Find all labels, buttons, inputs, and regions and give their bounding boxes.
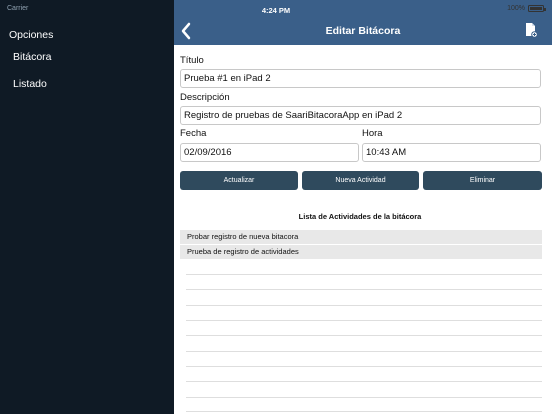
descripcion-label: Descripción xyxy=(180,92,230,103)
battery-icon xyxy=(528,5,546,12)
fecha-field[interactable] xyxy=(180,143,359,162)
descripcion-field[interactable] xyxy=(180,106,541,125)
list-divider xyxy=(186,351,542,352)
main-panel: Editar Bitácora Título Descripción Fecha… xyxy=(174,0,552,414)
list-divider xyxy=(186,366,542,367)
sidebar: Opciones Bitácora Listado xyxy=(0,0,174,414)
hora-field[interactable] xyxy=(362,143,541,162)
status-bar: Carrier 4:24 PM 100% xyxy=(0,0,552,18)
battery-status: 100% xyxy=(507,5,546,12)
list-divider xyxy=(186,335,542,336)
eliminar-button[interactable]: Eliminar xyxy=(423,171,542,190)
fecha-label: Fecha xyxy=(180,128,207,139)
list-divider xyxy=(186,274,542,275)
hora-label: Hora xyxy=(362,128,383,139)
list-divider xyxy=(186,289,542,290)
document-icon xyxy=(526,23,538,38)
sidebar-title: Opciones xyxy=(9,29,54,41)
activity-row[interactable]: Prueba de registro de actividades xyxy=(180,245,542,259)
sidebar-item-bitacora[interactable]: Bitácora xyxy=(13,51,52,63)
status-time: 4:24 PM xyxy=(261,6,291,15)
activities-title: Lista de Actividades de la bitácora xyxy=(298,212,422,221)
list-divider xyxy=(186,411,542,412)
list-divider xyxy=(186,320,542,321)
list-divider xyxy=(186,305,542,306)
battery-percent: 100% xyxy=(507,5,525,12)
nueva-actividad-button[interactable]: Nueva Actividad xyxy=(302,171,419,190)
document-button[interactable] xyxy=(524,22,538,38)
titulo-label: Título xyxy=(180,55,204,66)
titulo-field[interactable] xyxy=(180,69,541,88)
nav-title: Editar Bitácora xyxy=(325,25,401,37)
activity-row[interactable]: Probar registro de nueva bitacora xyxy=(180,230,542,244)
list-divider xyxy=(186,381,542,382)
list-divider xyxy=(186,397,542,398)
sidebar-item-listado[interactable]: Listado xyxy=(13,78,47,90)
actualizar-button[interactable]: Actualizar xyxy=(180,171,298,190)
